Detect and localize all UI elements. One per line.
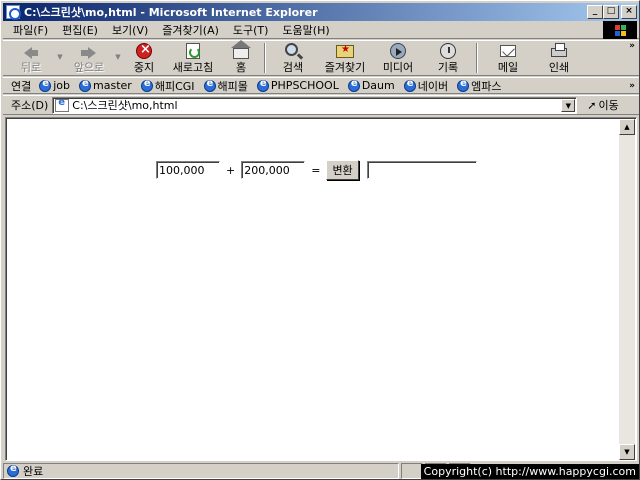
ie-logo-icon [6,5,21,20]
back-arrow-icon [22,43,40,59]
windows-logo-icon [603,21,637,39]
print-button[interactable]: 인쇄 [535,41,583,75]
ie-page-icon [79,78,92,92]
link-happycgi[interactable]: 해피CGI [140,78,195,94]
go-label: 이동 [598,99,619,112]
link-master[interactable]: master [79,78,132,92]
copyright-watermark: Copyright(c) http://www.happycgi.com [420,464,639,479]
print-label: 인쇄 [548,61,570,74]
equals-sign: = [311,163,321,177]
ie-page-icon [203,78,216,92]
page-content: + = 변환 ▲ ▼ [5,117,637,461]
history-icon [439,43,457,59]
menu-bar: 파일(F) 편집(E) 보기(V) 즐겨찾기(A) 도구(T) 도움말(H) [3,21,639,39]
stop-label: 중지 [133,61,155,74]
result-input[interactable] [366,161,477,179]
stop-icon [135,42,153,59]
ie-page-icon [256,78,269,92]
ie-page-icon [39,78,52,92]
forward-button[interactable]: 앞으로 [65,41,113,75]
forward-label: 앞으로 [73,61,105,74]
menu-view[interactable]: 보기(V) [105,22,155,38]
menu-help[interactable]: 도움말(H) [275,22,336,38]
history-label: 기록 [437,61,459,74]
favorites-button[interactable]: 즐겨찾기 [317,41,373,75]
home-label: 홈 [235,61,247,74]
home-button[interactable]: 홈 [221,40,261,75]
search-button[interactable]: 검색 [269,41,317,75]
search-icon [284,43,302,58]
scroll-up-icon[interactable]: ▲ [619,119,635,135]
mail-icon [499,43,517,58]
forward-arrow-icon [80,43,98,59]
toolbar-more-chevron-icon[interactable]: » [629,41,635,51]
ie-page-icon [403,78,416,92]
status-bar: 완료 Copyright(c) http://www.happycgi.com [3,462,639,479]
convert-button[interactable]: 변환 [326,160,359,180]
media-label: 미디어 [382,61,414,74]
back-dropdown-icon[interactable]: ▼ [55,41,65,75]
forward-dropdown-icon[interactable]: ▼ [113,41,123,75]
link-daum[interactable]: Daum [347,78,395,92]
browser-window: C:\스크린샷\mo,html - Microsoft Internet Exp… [0,0,640,480]
favorites-icon [336,43,354,58]
address-input[interactable] [72,98,543,112]
address-dropdown-icon[interactable]: ▼ [561,98,576,112]
go-arrow-icon: ➚ [587,98,597,112]
ie-page-icon [347,78,360,92]
minimize-button[interactable]: _ [587,5,603,19]
media-icon [389,43,407,59]
plus-sign: + [226,163,236,177]
page-icon [55,97,70,112]
toolbar-separator [264,43,266,73]
window-title: C:\스크린샷\mo,html - Microsoft Internet Exp… [24,6,318,19]
ie-page-icon [7,463,19,477]
refresh-label: 새로고침 [172,61,214,74]
go-button[interactable]: ➚ 이동 [587,97,618,113]
back-label: 뒤로 [20,61,42,74]
menu-edit[interactable]: 편집(E) [55,22,105,38]
history-button[interactable]: 기록 [423,41,473,75]
address-label: 주소(D) [11,99,49,112]
mail-label: 메일 [497,61,519,74]
window-controls: _ □ × [587,5,637,19]
links-more-chevron-icon[interactable]: » [629,81,635,91]
link-job[interactable]: job [39,78,70,92]
favorites-label: 즐겨찾기 [324,61,366,74]
toolbar-separator [476,43,478,73]
media-button[interactable]: 미디어 [373,41,423,75]
mail-button[interactable]: 메일 [481,41,535,75]
refresh-icon [184,43,202,59]
ie-page-icon [457,78,470,92]
address-field[interactable]: ▼ [52,96,578,114]
status-main-pane: 완료 [3,462,399,479]
link-phpschool[interactable]: PHPSCHOOL [256,78,339,92]
links-label: 연결 [11,79,32,93]
menu-tools[interactable]: 도구(T) [226,22,276,38]
refresh-button[interactable]: 새로고침 [165,41,221,75]
stop-button[interactable]: 중지 [123,41,165,75]
maximize-button[interactable]: □ [603,5,619,19]
links-bar: 연결 job master 해피CGI 해피몰 PHPSCHOOL Daum 네… [3,77,639,94]
link-happymall[interactable]: 해피몰 [203,78,248,94]
title-bar[interactable]: C:\스크린샷\mo,html - Microsoft Internet Exp… [3,3,639,21]
second-number-input[interactable] [241,161,306,179]
close-button[interactable]: × [621,5,637,19]
vertical-scrollbar[interactable]: ▲ ▼ [619,119,635,460]
link-naver[interactable]: 네이버 [403,78,448,94]
scroll-down-icon[interactable]: ▼ [619,444,635,460]
ie-page-icon [140,78,153,92]
standard-toolbar: 뒤로 ▼ 앞으로 ▼ 중지 새로고침 홈 검색 즐겨찾기 [3,40,639,76]
status-text: 완료 [23,464,44,478]
home-icon [231,40,251,59]
first-number-input[interactable] [156,161,220,179]
link-empas[interactable]: 엠파스 [457,78,501,94]
search-label: 검색 [282,61,304,74]
menu-favorites[interactable]: 즐겨찾기(A) [155,22,226,38]
back-button[interactable]: 뒤로 [7,41,55,75]
print-icon [550,43,568,58]
address-bar: 주소(D) ▼ ➚ 이동 [3,95,639,115]
converter-form: + = 변환 [156,160,477,180]
menu-file[interactable]: 파일(F) [3,22,55,38]
